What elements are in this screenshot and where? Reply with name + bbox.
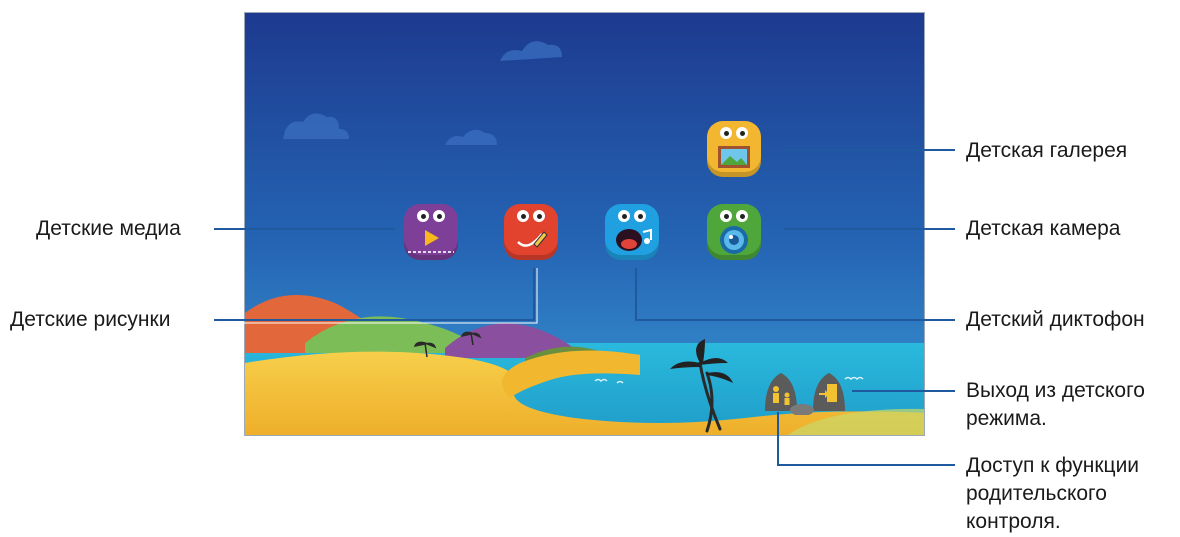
- label-exit-kids-mode-2: режима.: [966, 407, 1047, 430]
- label-kids-voice-recorder: Детский диктофон: [966, 308, 1145, 331]
- label-parental-control-1: Доступ к функции: [966, 454, 1140, 477]
- label-parental-control-2: родительского: [966, 482, 1107, 505]
- label-exit-kids-mode-1: Выход из детского: [966, 379, 1145, 402]
- label-kids-media: Детские медиа: [36, 217, 181, 240]
- label-kids-drawing: Детские рисунки: [10, 308, 171, 331]
- label-kids-gallery: Детская галерея: [966, 139, 1128, 162]
- label-kids-camera: Детская камера: [966, 217, 1121, 240]
- label-parental-control-3: контроля.: [966, 510, 1061, 533]
